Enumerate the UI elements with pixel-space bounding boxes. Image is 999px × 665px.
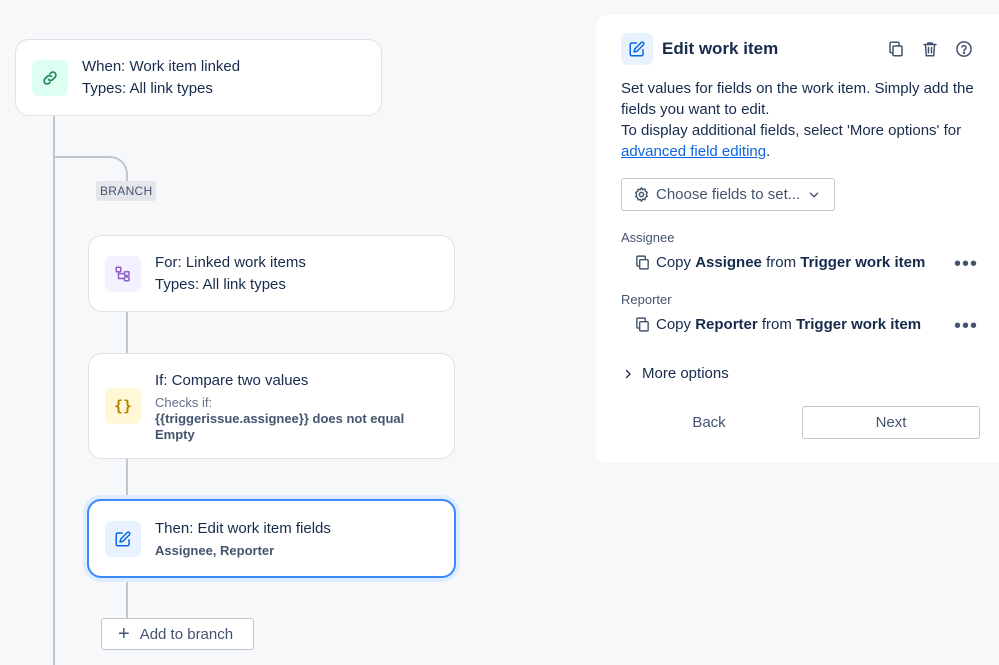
reporter-label: Reporter	[621, 292, 672, 307]
add-to-branch-label: Add to branch	[139, 625, 234, 643]
assignee-field-row[interactable]: Copy Assignee from Trigger work item	[634, 254, 925, 271]
panel-header: Edit work item	[621, 33, 778, 65]
branch-card[interactable]: For: Linked work items Types: All link t…	[88, 235, 455, 312]
condition-checks-line1: {{triggerissue.assignee}} does not equal	[155, 410, 405, 426]
trigger-subtitle: Types: All link types	[82, 79, 213, 97]
help-icon[interactable]	[954, 39, 974, 59]
automation-canvas: When: Work item linked Types: All link t…	[0, 0, 999, 665]
copy-word: Copy	[656, 316, 692, 333]
copy-icon	[634, 316, 651, 333]
condition-checks-line2: Empty	[155, 426, 195, 442]
edit-work-item-panel: Edit work item Set values for fields on …	[596, 15, 999, 463]
advanced-field-editing-link[interactable]: advanced field editing	[621, 143, 766, 160]
more-actions-icon[interactable]: •••	[954, 316, 978, 336]
action-subtitle: Assignee, Reporter	[155, 543, 275, 558]
branch-label: BRANCH	[96, 181, 157, 201]
source-name: Trigger work item	[800, 254, 926, 271]
from-word: from	[766, 254, 797, 271]
branch-icon	[105, 255, 141, 292]
chevron-right-icon	[622, 368, 634, 380]
panel-description: Set values for fields on the work item. …	[621, 78, 991, 162]
link-icon	[32, 59, 68, 96]
field-name: Reporter	[695, 316, 758, 333]
action-card[interactable]: Then: Edit work item fields Assignee, Re…	[87, 499, 456, 578]
next-button[interactable]: Next	[802, 406, 980, 439]
reporter-field-row[interactable]: Copy Reporter from Trigger work item	[634, 316, 921, 333]
copy-icon	[634, 254, 651, 271]
more-actions-icon[interactable]: •••	[954, 254, 978, 274]
trash-icon[interactable]	[920, 39, 940, 59]
braces-icon: {}	[105, 388, 141, 424]
condition-card[interactable]: {} If: Compare two values Checks if: {{t…	[88, 353, 455, 459]
duplicate-icon[interactable]	[886, 39, 906, 59]
panel-actions	[886, 39, 974, 59]
assignee-label: Assignee	[621, 230, 675, 245]
add-to-branch-button[interactable]: + Add to branch	[101, 618, 254, 650]
choose-fields-button[interactable]: Choose fields to set...	[621, 178, 835, 211]
choose-fields-label: Choose fields to set...	[656, 186, 801, 203]
field-name: Assignee	[695, 254, 762, 271]
condition-checks-label: Checks if:	[155, 394, 213, 410]
connector-line	[126, 577, 128, 619]
gear-icon	[633, 186, 650, 203]
copy-word: Copy	[656, 254, 692, 271]
chevron-down-icon	[807, 188, 821, 202]
more-options-label: More options	[642, 365, 729, 382]
condition-title: If: Compare two values	[155, 371, 309, 389]
branch-subtitle: Types: All link types	[155, 275, 286, 293]
action-title: Then: Edit work item fields	[155, 520, 331, 537]
from-word: from	[761, 316, 792, 333]
more-options-toggle[interactable]: More options	[622, 365, 729, 382]
panel-title: Edit work item	[662, 39, 779, 58]
description-end: .	[766, 143, 771, 160]
trigger-card[interactable]: When: Work item linked Types: All link t…	[15, 39, 382, 116]
back-button[interactable]: Back	[631, 406, 787, 438]
plus-icon: +	[118, 623, 130, 645]
description-text-2: To display additional fields, select 'Mo…	[621, 122, 962, 139]
source-name: Trigger work item	[796, 316, 922, 333]
edit-icon	[105, 520, 141, 557]
edit-icon	[621, 33, 653, 65]
connector-line	[126, 457, 128, 501]
connector-line	[53, 114, 55, 665]
description-text: Set values for fields on the work item. …	[621, 80, 974, 118]
trigger-title: When: Work item linked	[82, 57, 241, 75]
branch-title: For: Linked work items	[155, 253, 306, 271]
connector-line	[126, 310, 128, 354]
